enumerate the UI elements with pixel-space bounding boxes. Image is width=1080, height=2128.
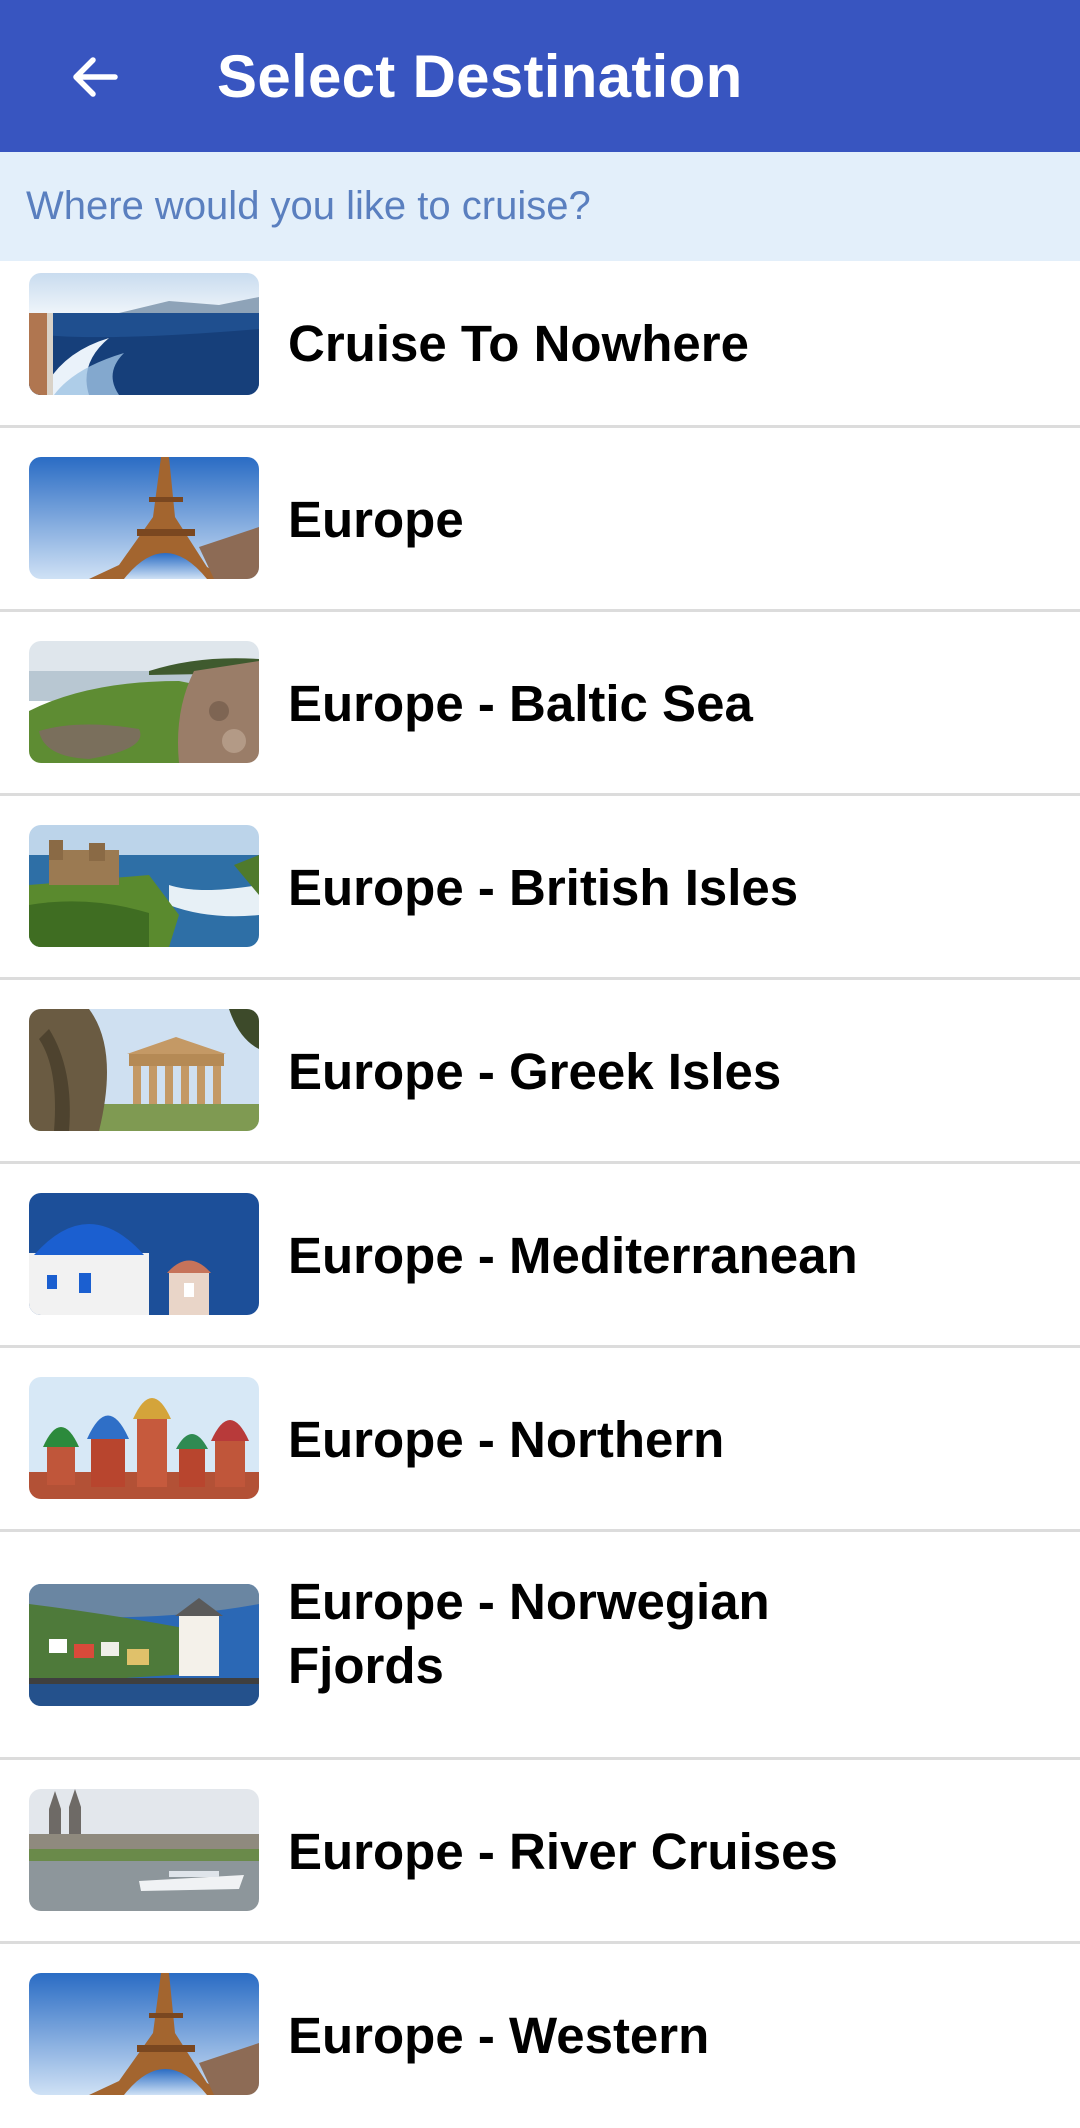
destination-label: Europe	[288, 491, 464, 548]
eiffel-tower-photo	[29, 457, 259, 579]
destination-item-europe-norwegian-fjords[interactable]: Europe - Norwegian Fjords	[0, 1532, 1080, 1760]
destination-item-europe-western[interactable]: Europe - Western	[0, 1944, 1080, 2128]
arrow-left-icon	[73, 57, 118, 97]
destination-label: Europe - Norwegian Fjords	[288, 1573, 770, 1694]
santorini-dome-photo	[29, 1193, 259, 1315]
destination-label: Europe - Greek Isles	[288, 1043, 782, 1100]
destination-item-europe-british-isles[interactable]: Europe - British Isles	[0, 796, 1080, 980]
destination-label: Europe - Western	[288, 2007, 710, 2064]
destination-label: Europe - British Isles	[288, 859, 799, 916]
baltic-coast-photo	[29, 641, 259, 763]
destination-item-europe-northern[interactable]: Europe - Northern	[0, 1348, 1080, 1532]
destination-label: Cruise To Nowhere	[288, 315, 749, 372]
destination-item-europe-river-cruises[interactable]: Europe - River Cruises	[0, 1760, 1080, 1944]
ocean-wake-photo	[29, 273, 259, 395]
destination-item-cruise-to-nowhere[interactable]: Cruise To Nowhere	[0, 261, 1080, 428]
destination-label: Europe - Baltic Sea	[288, 675, 753, 732]
destination-label: Europe - Mediterranean	[288, 1227, 858, 1284]
destination-label: Europe - River Cruises	[288, 1823, 838, 1880]
destination-item-europe[interactable]: Europe	[0, 428, 1080, 612]
river-cathedral-photo	[29, 1789, 259, 1911]
destination-label: Europe - Northern	[288, 1411, 725, 1468]
destination-item-europe-greek-isles[interactable]: Europe - Greek Isles	[0, 980, 1080, 1164]
destination-item-europe-mediterranean[interactable]: Europe - Mediterranean	[0, 1164, 1080, 1348]
greek-temple-photo	[29, 1009, 259, 1131]
castle-cliffs-photo	[29, 825, 259, 947]
page-title: Select Destination	[217, 42, 743, 110]
back-button[interactable]	[40, 32, 150, 122]
onion-domes-photo	[29, 1377, 259, 1499]
subheader-prompt: Where would you like to cruise?	[0, 152, 1080, 261]
app-bar: Select Destination	[0, 0, 1080, 152]
destination-item-europe-baltic-sea[interactable]: Europe - Baltic Sea	[0, 612, 1080, 796]
fjord-town-photo	[29, 1584, 259, 1706]
